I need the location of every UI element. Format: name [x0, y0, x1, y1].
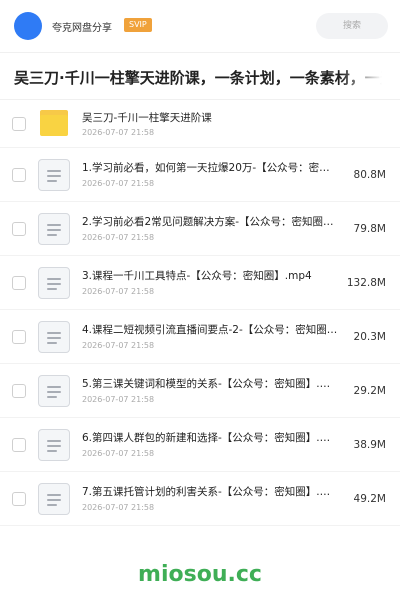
- svip-badge[interactable]: SVIP: [124, 18, 152, 32]
- item-name[interactable]: 5.第三课关键词和模型的关系-【公众号：密知圈】.mp4: [82, 376, 340, 391]
- list-item[interactable]: 5.第三课关键词和模型的关系-【公众号：密知圈】.mp4 2026-07-07 …: [0, 364, 400, 418]
- document-icon: [38, 320, 70, 353]
- row-checkbox[interactable]: [12, 275, 26, 290]
- item-name[interactable]: 3.课程一千川工具特点-【公众号：密知圈】.mp4: [82, 268, 340, 283]
- list-item[interactable]: 1.学习前必看，如何第一天拉爆20万-【公众号：密知圈】.mp4 2026-07…: [0, 148, 400, 202]
- item-size: 79.8M: [353, 223, 386, 235]
- list-item[interactable]: 2.学习前必看2常见问题解决方案-【公众号：密知圈】.mp4 2026-07-0…: [0, 202, 400, 256]
- item-name[interactable]: 6.第四课人群包的新建和选择-【公众号：密知圈】.mp4: [82, 430, 340, 445]
- watermark: miosou.cc: [138, 562, 262, 587]
- item-date: 2026-07-07 21:58: [82, 233, 155, 242]
- document-icon: [38, 374, 70, 407]
- item-size: 132.8M: [346, 277, 386, 289]
- document-icon: [38, 428, 70, 461]
- file-list: 吴三刀-千川一柱擎天进阶课 2026-07-07 21:58 1.学习前必看，如…: [0, 100, 400, 526]
- item-date: 2026-07-07 21:58: [82, 449, 155, 458]
- item-size: 38.9M: [353, 439, 386, 451]
- list-item[interactable]: 6.第四课人群包的新建和选择-【公众号：密知圈】.mp4 2026-07-07 …: [0, 418, 400, 472]
- document-icon: [38, 158, 70, 191]
- search-input[interactable]: [316, 13, 388, 39]
- header: 夸克网盘分享 SVIP: [0, 0, 400, 52]
- item-size: 20.3M: [353, 331, 386, 343]
- list-item[interactable]: 吴三刀-千川一柱擎天进阶课 2026-07-07 21:58: [0, 100, 400, 148]
- folder-icon: [40, 109, 68, 136]
- item-date: 2026-07-07 21:58: [82, 287, 155, 296]
- list-item[interactable]: 3.课程一千川工具特点-【公众号：密知圈】.mp4 2026-07-07 21:…: [0, 256, 400, 310]
- title-fade: [340, 53, 400, 99]
- item-name[interactable]: 吴三刀-千川一柱擎天进阶课: [82, 110, 340, 125]
- document-icon: [38, 266, 70, 299]
- item-name[interactable]: 7.第五课托管计划的利害关系-【公众号：密知圈】.mp4: [82, 484, 340, 499]
- title-bar: 吴三刀·千川一柱擎天进阶课，一条计划，一条素材，一天: [0, 52, 400, 100]
- item-size: 49.2M: [353, 493, 386, 505]
- item-size: 80.8M: [353, 169, 386, 181]
- row-checkbox[interactable]: [12, 491, 26, 506]
- item-date: 2026-07-07 21:58: [82, 503, 155, 512]
- document-icon: [38, 212, 70, 245]
- item-name[interactable]: 1.学习前必看，如何第一天拉爆20万-【公众号：密知圈】.mp4: [82, 160, 340, 175]
- item-date: 2026-07-07 21:58: [82, 128, 155, 137]
- item-name[interactable]: 4.课程二短视频引流直播间要点-2-【公众号：密知圈】.mp4: [82, 322, 340, 337]
- row-checkbox[interactable]: [12, 167, 26, 182]
- item-name[interactable]: 2.学习前必看2常见问题解决方案-【公众号：密知圈】.mp4: [82, 214, 340, 229]
- avatar[interactable]: [14, 12, 42, 40]
- item-date: 2026-07-07 21:58: [82, 179, 155, 188]
- document-icon: [38, 482, 70, 515]
- page-title: 吴三刀·千川一柱擎天进阶课，一条计划，一条素材，一天: [14, 69, 395, 87]
- item-date: 2026-07-07 21:58: [82, 395, 155, 404]
- row-checkbox[interactable]: [12, 221, 26, 236]
- item-size: 29.2M: [353, 385, 386, 397]
- row-checkbox[interactable]: [12, 383, 26, 398]
- app-name: 夸克网盘分享: [52, 23, 112, 34]
- row-checkbox[interactable]: [12, 329, 26, 344]
- list-item[interactable]: 7.第五课托管计划的利害关系-【公众号：密知圈】.mp4 2026-07-07 …: [0, 472, 400, 526]
- item-date: 2026-07-07 21:58: [82, 341, 155, 350]
- list-item[interactable]: 4.课程二短视频引流直播间要点-2-【公众号：密知圈】.mp4 2026-07-…: [0, 310, 400, 364]
- row-checkbox[interactable]: [12, 437, 26, 452]
- row-checkbox[interactable]: [12, 116, 26, 131]
